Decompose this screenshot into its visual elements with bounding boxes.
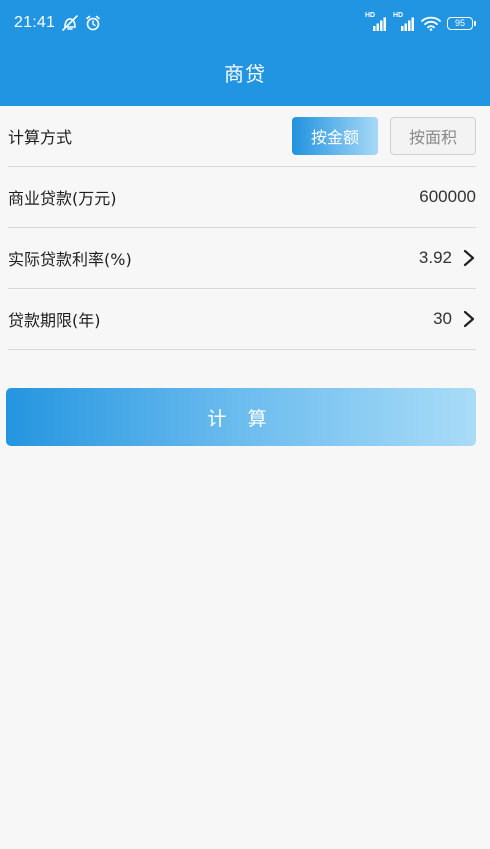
interest-rate-row[interactable]: 实际贷款利率(%) 3.92 [8,228,476,289]
loan-term-label: 贷款期限(年) [8,311,101,330]
mortgage-calculator-screen: 21:41 HD HD 95 商贷 计算方式 按金额 按面积 商业贷款(万元) … [0,0,490,849]
loan-form: 计算方式 按金额 按面积 商业贷款(万元) 600000 实际贷款利率(%) 3… [0,106,490,350]
interest-rate-value: 3.92 [418,248,452,267]
interest-rate-label: 实际贷款利率(%) [8,250,132,269]
by-amount-button[interactable]: 按金额 [292,117,378,155]
hd-signal-icon: HD [365,12,387,31]
alarm-icon [85,15,101,31]
top-bar: 21:41 HD HD 95 商贷 [0,0,490,106]
loan-amount-input[interactable]: 600000 [419,187,476,207]
loan-term-row[interactable]: 贷款期限(年) 30 [8,289,476,350]
chevron-right-icon [463,310,475,328]
hd-signal-icon: HD [393,12,415,31]
by-area-button[interactable]: 按面积 [390,117,476,155]
calculate-button[interactable]: 计 算 [6,388,476,446]
calc-mode-row: 计算方式 按金额 按面积 [8,106,476,167]
notification-off-icon [61,15,79,31]
battery-level: 95 [447,16,473,30]
calc-mode-selector: 按金额 按面积 [292,117,476,155]
loan-amount-row[interactable]: 商业贷款(万元) 600000 [8,167,476,228]
calc-mode-label: 计算方式 [8,128,73,147]
status-time: 21:41 [14,14,56,31]
page-title: 商贷 [224,62,266,86]
loan-term-value: 30 [433,309,452,328]
loan-amount-label: 商业贷款(万元) [8,189,117,208]
calculate-area: 计 算 [0,350,490,446]
status-right: HD HD 95 [365,12,476,31]
status-left: 21:41 [14,14,101,32]
loan-term-control[interactable]: 30 [433,309,476,329]
wifi-icon [421,16,441,31]
battery-icon: 95 [447,16,476,30]
chevron-right-icon [463,249,475,267]
interest-rate-control[interactable]: 3.92 [419,248,476,268]
status-bar: 21:41 HD HD 95 [0,0,490,46]
